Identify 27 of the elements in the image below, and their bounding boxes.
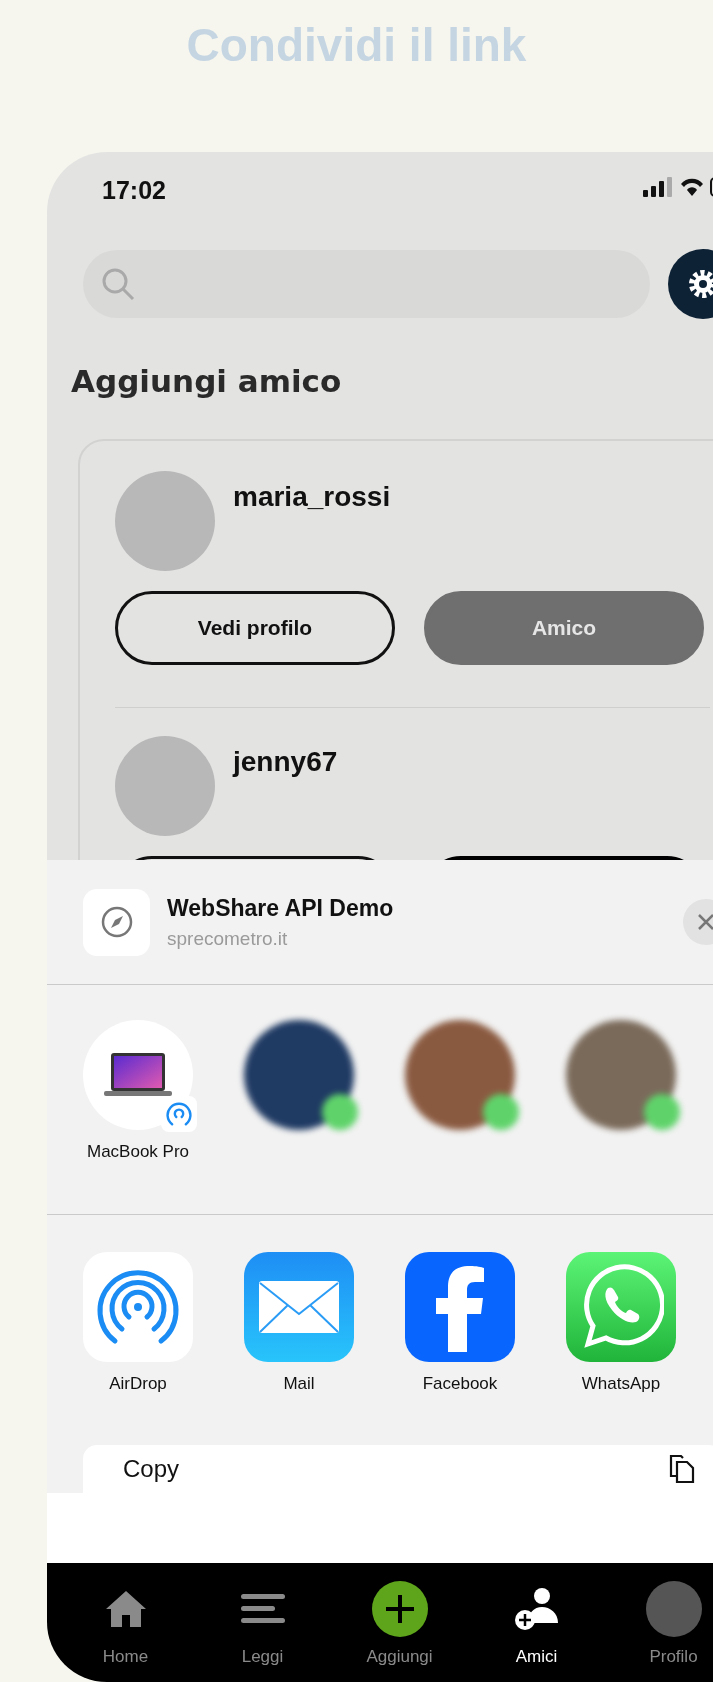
friend-button[interactable]: Amico — [424, 591, 704, 665]
envelope-icon — [258, 1280, 340, 1334]
share-title: WebShare API Demo — [167, 894, 395, 922]
share-url: sprecometro.it — [167, 927, 289, 950]
tab[interactable]: Home — [57, 1563, 194, 1682]
tab[interactable]: Aggiungi — [331, 1563, 468, 1682]
status-time: 17:02 — [102, 176, 166, 205]
tab[interactable]: Amici — [468, 1563, 605, 1682]
lines-icon — [240, 1594, 285, 1624]
settings-icon — [686, 267, 713, 301]
tab[interactable]: Leggi — [194, 1563, 331, 1682]
search-icon — [101, 267, 135, 301]
device-name: MacBook Pro — [86, 1142, 189, 1162]
profile-button[interactable]: Vedi profilo — [115, 591, 395, 665]
username: jenny67 — [233, 746, 338, 778]
tab[interactable]: Profilo — [605, 1563, 713, 1682]
airdrop-icon — [95, 1267, 181, 1347]
laptop-icon — [103, 1052, 173, 1098]
copy-action[interactable]: Copy — [83, 1445, 713, 1493]
status-icons-drawing — [643, 176, 713, 198]
compass-icon — [100, 906, 133, 938]
section-title: Aggiungi amico — [71, 363, 343, 399]
plus-circle-icon — [371, 1581, 428, 1637]
close-icon — [697, 913, 713, 931]
username: maria_rossi — [233, 481, 391, 513]
add-person-icon — [513, 1587, 560, 1631]
airdrop-badge-icon — [166, 1102, 192, 1126]
